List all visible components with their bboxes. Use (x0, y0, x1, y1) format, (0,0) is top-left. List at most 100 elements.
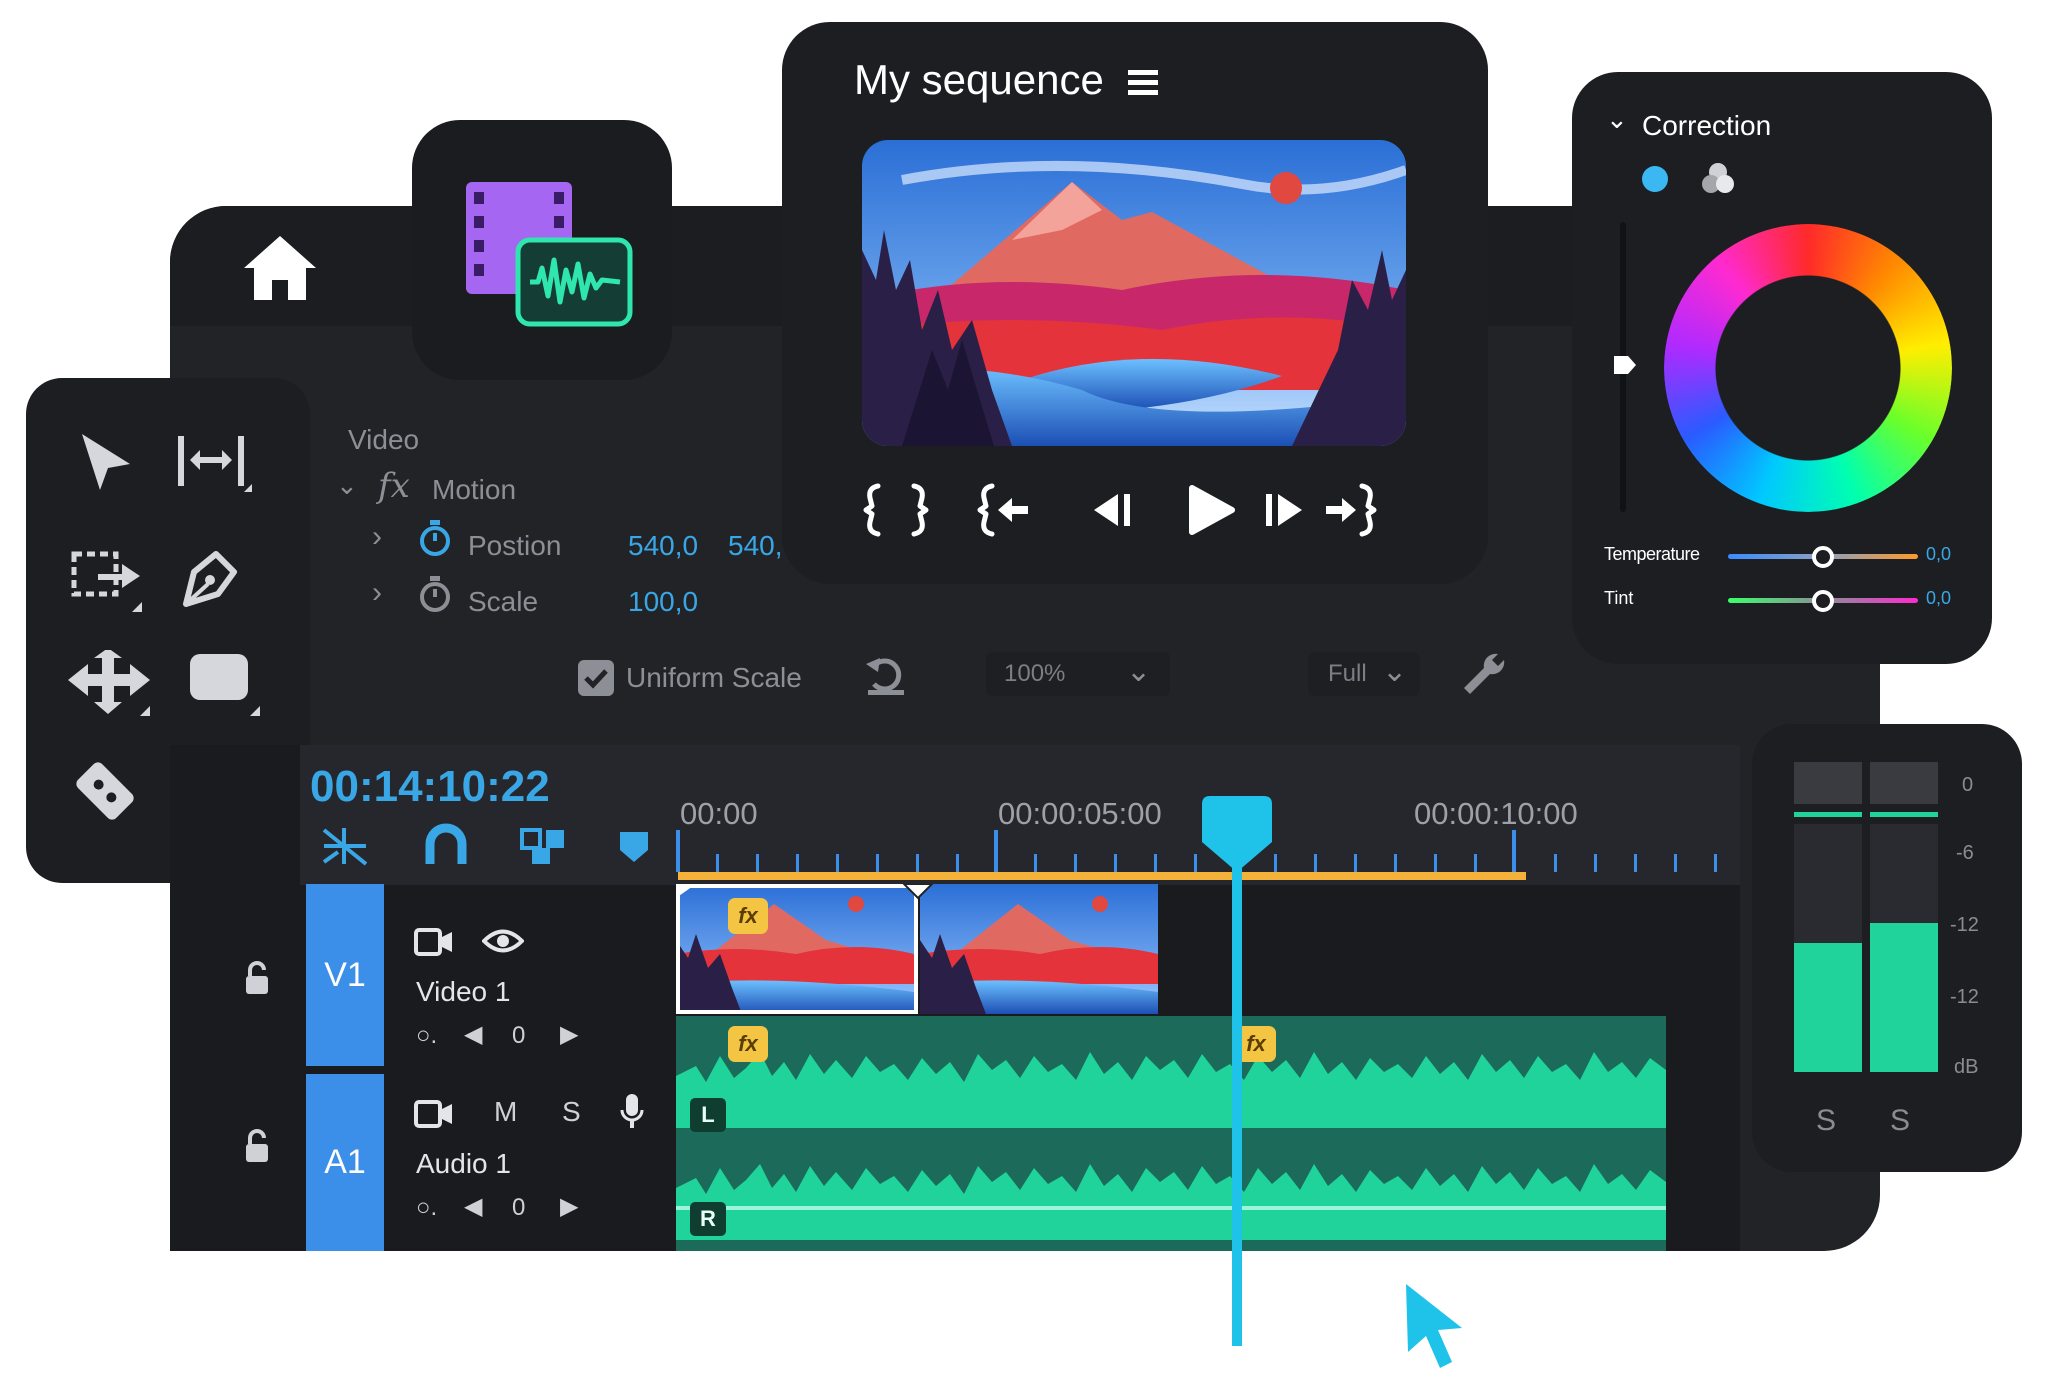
keyframe-value[interactable]: 0 (512, 1022, 525, 1050)
temperature-handle[interactable] (1812, 546, 1834, 568)
single-color-mode-icon[interactable] (1642, 166, 1668, 192)
camera-icon[interactable] (414, 924, 454, 960)
position-x-value[interactable]: 540,0 (628, 530, 698, 562)
solo-left-button[interactable]: S (1816, 1104, 1836, 1138)
go-to-in-icon (977, 483, 995, 537)
meter-scale-label: dB (1954, 1056, 1979, 1078)
meter-scale-label: -6 (1956, 842, 1974, 864)
playhead-line[interactable] (1232, 852, 1242, 1346)
chevron-right-icon[interactable]: › (372, 520, 382, 554)
next-keyframe-icon[interactable]: ▶ (560, 1192, 578, 1221)
zoom-dropdown[interactable]: 100% ⌄ (986, 652, 1170, 696)
program-monitor: My sequence (782, 22, 1488, 584)
meter-scale-label: -12 (1950, 914, 1979, 936)
audio-clip[interactable] (676, 1016, 1666, 1251)
fx-icon: fx (378, 466, 410, 506)
snap-magnet-icon[interactable] (424, 822, 468, 870)
resolution-value: Full (1328, 660, 1367, 687)
camera-icon[interactable] (414, 1096, 454, 1132)
fx-badge[interactable]: fx (728, 1026, 768, 1062)
tint-handle[interactable] (1812, 590, 1834, 612)
resolution-dropdown[interactable]: Full ⌄ (1308, 652, 1420, 696)
video-audio-media-icon (466, 182, 633, 327)
meter-track-right (1870, 824, 1938, 1072)
effect-section-label: Video (348, 424, 420, 455)
ruler-label: 00:00:10:00 (1414, 796, 1578, 831)
color-wheel[interactable] (1664, 224, 1952, 512)
next-keyframe-icon[interactable]: ▶ (560, 1020, 578, 1049)
nest-sequence-icon[interactable] (318, 824, 372, 868)
mute-button[interactable]: M (494, 1096, 517, 1128)
video-track-name: Video 1 (416, 976, 511, 1007)
keyframe-toggle-icon[interactable]: ○. (416, 1194, 437, 1222)
eye-icon[interactable] (482, 926, 524, 956)
uniform-scale-label: Uniform Scale (626, 662, 802, 693)
scale-value[interactable]: 100,0 (628, 586, 698, 618)
keyframe-value[interactable]: 0 (512, 1194, 525, 1222)
playhead-handle[interactable] (1200, 796, 1274, 874)
right-channel-badge: R (690, 1202, 726, 1236)
pen-tool-icon[interactable] (174, 538, 254, 618)
solo-button[interactable]: S (562, 1096, 581, 1128)
fx-badge[interactable]: fx (1236, 1026, 1276, 1062)
selection-tool-icon[interactable] (76, 430, 136, 494)
track-target-v1[interactable]: V1 (306, 884, 384, 1066)
chevron-down-icon[interactable]: ⌄ (1606, 104, 1628, 135)
prev-keyframe-icon[interactable]: ◀ (464, 1020, 482, 1049)
correction-title: Correction (1642, 110, 1772, 141)
stopwatch-icon[interactable] (418, 574, 452, 614)
rectangle-tool-icon[interactable] (186, 650, 266, 720)
solo-right-button[interactable]: S (1890, 1104, 1910, 1138)
lock-icon[interactable] (242, 960, 272, 996)
home-icon[interactable] (240, 232, 320, 304)
uniform-scale-checkbox[interactable] (578, 660, 614, 696)
scale-label: Scale (468, 586, 539, 617)
color-correction-panel: ⌄ Correction Temperature 0,0 Tint 0,0 (1572, 72, 1992, 664)
temperature-label: Temperature (1604, 544, 1700, 564)
wrench-icon[interactable] (1458, 648, 1510, 700)
tint-value[interactable]: 0,0 (1926, 588, 1951, 609)
video-preview[interactable] (862, 140, 1406, 446)
meter-peak-line-right (1870, 812, 1938, 817)
three-way-color-mode-icon[interactable] (1700, 160, 1736, 196)
position-y-value[interactable]: 540, (728, 530, 783, 562)
track-select-tool-icon[interactable] (70, 546, 150, 616)
reset-icon[interactable] (862, 654, 910, 698)
ripple-edit-tool-icon[interactable] (174, 430, 254, 500)
meter-peak-line-left (1794, 812, 1862, 817)
monitor-title: My sequence (854, 56, 1104, 103)
stopwatch-icon[interactable] (418, 518, 452, 558)
meter-track-left (1794, 824, 1862, 1072)
add-marker-icon[interactable] (616, 828, 652, 866)
media-card[interactable] (412, 120, 672, 380)
keyframe-toggle-icon[interactable]: ○. (416, 1022, 437, 1050)
microphone-icon[interactable] (618, 1092, 646, 1132)
fx-badge[interactable]: fx (728, 898, 768, 934)
timecode-display[interactable]: 00:14:10:22 (310, 762, 550, 812)
go-to-out-icon (1359, 483, 1377, 537)
effect-name: Motion (432, 474, 517, 505)
meter-scale-label: 0 (1962, 774, 1974, 796)
meter-peak-left (1794, 762, 1862, 804)
temperature-value[interactable]: 0,0 (1926, 544, 1951, 565)
meter-level-left (1794, 943, 1862, 1072)
prev-keyframe-icon[interactable]: ◀ (464, 1192, 482, 1221)
move-tool-icon[interactable] (64, 650, 154, 720)
linked-selection-icon[interactable] (518, 822, 570, 868)
chevron-down-icon[interactable]: ⌄ (336, 470, 358, 501)
meter-scale-label: -12 (1950, 986, 1979, 1008)
transport-controls (863, 483, 1377, 537)
ruler-label: 00:00:05:00 (998, 796, 1162, 831)
audio-track-name: Audio 1 (416, 1148, 511, 1179)
track-target-a1[interactable]: A1 (306, 1074, 384, 1251)
chevron-down-icon: ⌄ (1126, 655, 1152, 688)
mark-in-icon (863, 483, 881, 537)
play-icon (1189, 485, 1235, 535)
work-area-bar[interactable] (678, 872, 1526, 880)
razor-tool-icon[interactable] (60, 746, 150, 836)
left-channel-badge: L (690, 1098, 726, 1132)
luma-slider-handle[interactable] (1610, 350, 1640, 380)
lock-icon[interactable] (242, 1128, 272, 1164)
chevron-right-icon[interactable]: › (372, 576, 382, 610)
hamburger-menu-icon[interactable] (1126, 66, 1160, 100)
